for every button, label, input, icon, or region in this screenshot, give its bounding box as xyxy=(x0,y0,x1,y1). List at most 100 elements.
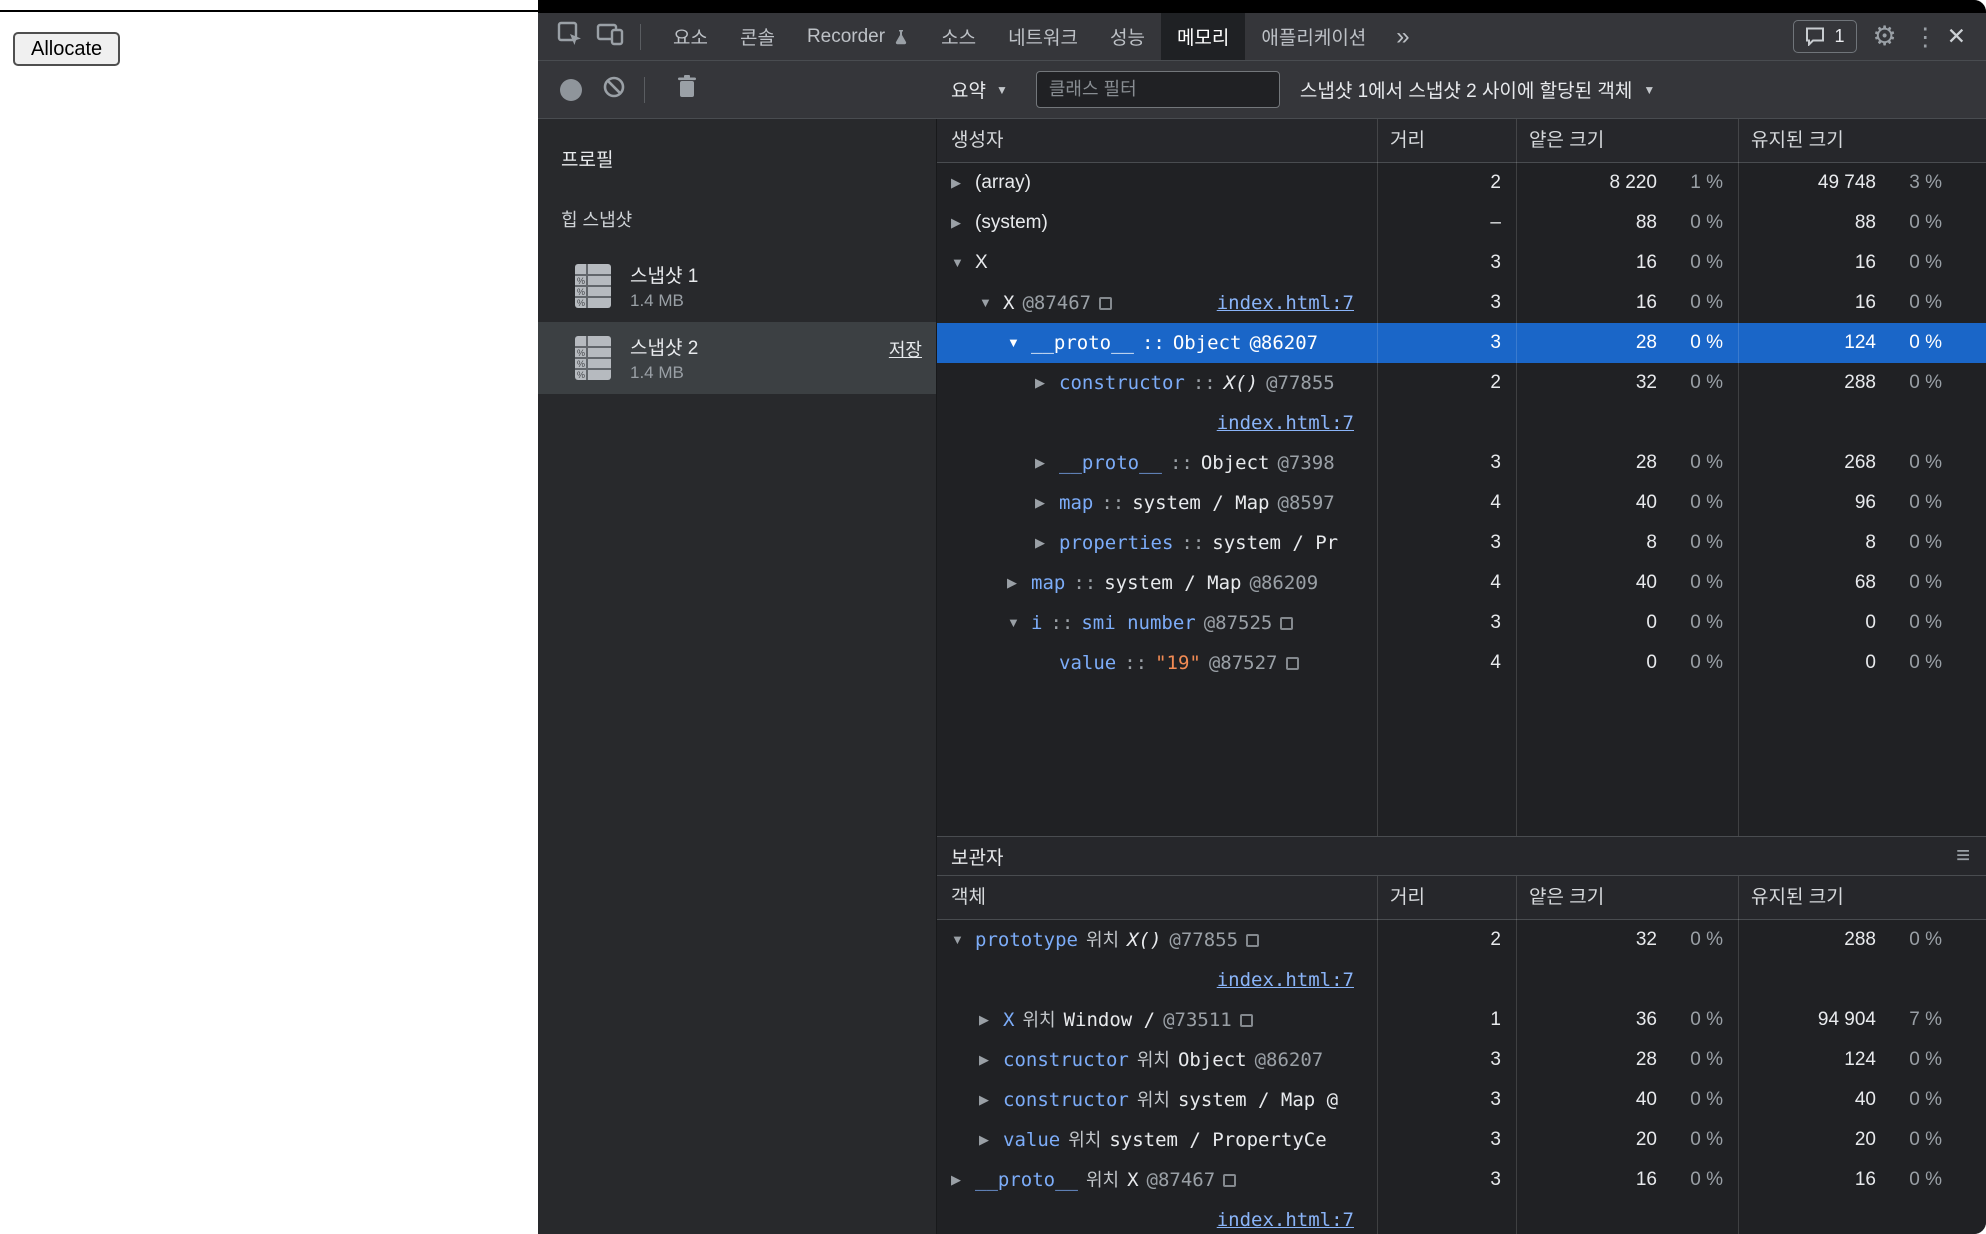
source-link[interactable]: index.html:7 xyxy=(1217,403,1354,443)
devtools-panel: 요소 콘솔 Recorder 소스 네트워크 성능 메모리 애플리케이션 » 1 ⚙ ⋮ ✕ … xyxy=(538,0,1986,1234)
expander-collapsed-icon[interactable]: ▶ xyxy=(1035,483,1059,523)
snapshot-item[interactable]: %%% 스냅샷 2 1.4 MB 저장 xyxy=(538,322,936,394)
issues-counter[interactable]: 1 xyxy=(1793,20,1857,53)
constructor-row[interactable]: ▼ i:: smi number @87525 3 0 0 % 0 0 % xyxy=(937,603,1986,643)
shallow-size-percent: 0 % xyxy=(1690,1049,1723,1070)
constructor-row[interactable]: ▼ X @87467 index.html:7 3 16 0 % 16 0 % xyxy=(937,283,1986,323)
expander-collapsed-icon[interactable]: ▶ xyxy=(1007,563,1031,603)
clear-all-profiles-button[interactable] xyxy=(594,70,634,110)
shallow-size-cell: 16 0 % xyxy=(1516,243,1738,283)
retainers-menu-icon[interactable]: ≡ xyxy=(1956,842,1970,870)
shallow-size-percent: 0 % xyxy=(1690,452,1723,473)
tab-콘솔[interactable]: 콘솔 xyxy=(724,13,791,60)
constructor-row[interactable]: ▼ X 3 16 0 % 16 0 % xyxy=(937,243,1986,283)
expander-open-icon[interactable]: ▼ xyxy=(1007,603,1031,643)
shallow-size-percent: 0 % xyxy=(1690,212,1723,233)
expander-collapsed-icon[interactable]: ▶ xyxy=(951,1160,975,1200)
column-header-shallow-size[interactable]: 얕은 크기 xyxy=(1516,119,1738,162)
shallow-size-percent: 0 % xyxy=(1690,532,1723,553)
retained-size-cell: 268 0 % xyxy=(1738,443,1986,483)
retained-size-percent: 7 % xyxy=(1909,1009,1942,1030)
allocate-button[interactable]: Allocate xyxy=(13,32,121,66)
constructor-row[interactable]: value:: "19" @87527 4 0 0 % 0 0 % xyxy=(937,643,1986,683)
expander-open-icon[interactable]: ▼ xyxy=(951,243,975,283)
expander-collapsed-icon[interactable]: ▶ xyxy=(1035,443,1059,483)
retained-size-cell: 288 0 % xyxy=(1738,363,1986,403)
retainer-row[interactable]: ▶ X 위치 Window / @73511 1 36 0 % 94 904 7 % xyxy=(937,1000,1986,1040)
tab-메모리[interactable]: 메모리 xyxy=(1160,13,1246,60)
save-snapshot-link[interactable]: 저장 xyxy=(889,336,922,362)
tab-Recorder[interactable]: Recorder xyxy=(791,13,925,60)
reveal-object-icon[interactable] xyxy=(1239,1013,1253,1027)
distance-value: 3 xyxy=(1490,1169,1501,1190)
inspect-element-button[interactable] xyxy=(550,17,590,57)
reveal-object-icon[interactable] xyxy=(1280,616,1294,630)
retained-size-value: 20 xyxy=(1854,1129,1876,1150)
tab-성능[interactable]: 성능 xyxy=(1094,13,1161,60)
constructor-row[interactable]: ▶ constructor:: X() @77855 index.html:7 2 32 0 … xyxy=(937,363,1986,443)
constructor-row[interactable]: ▼ __proto__:: Object @86207 3 28 0 % 124 0 % xyxy=(937,323,1986,363)
column-header-retained-size[interactable]: 유지된 크기 xyxy=(1738,119,1986,162)
constructor-row[interactable]: ▶ properties:: system / Pr 3 8 0 % 8 0 % xyxy=(937,523,1986,563)
column-header-constructor[interactable]: 생성자 xyxy=(937,119,1377,162)
retainer-row[interactable]: ▶ constructor 위치 system / Map @ 3 40 0 % 40 0 % xyxy=(937,1080,1986,1120)
constructor-row[interactable]: ▶ map:: system / Map @8597 4 40 0 % 96 0 % xyxy=(937,483,1986,523)
constructors-header: 생성자 거리 얕은 크기 유지된 크기 xyxy=(937,119,1986,163)
expander-collapsed-icon[interactable]: ▶ xyxy=(979,1040,1003,1080)
distance-cell: 3 xyxy=(1377,443,1516,483)
record-button[interactable] xyxy=(560,78,582,101)
snapshot-item[interactable]: %%% 스냅샷 1 1.4 MB xyxy=(538,250,936,322)
column-header-retained-size[interactable]: 유지된 크기 xyxy=(1738,876,1986,919)
retainer-row[interactable]: ▼ prototype 위치 X() @77855 index.html:7 2 32 0 % 2… xyxy=(937,920,1986,1000)
snapshot-scope-select[interactable]: 스냅샷 1에서 스냅샷 2 사이에 할당된 객체 ▼ xyxy=(1300,76,1655,103)
tab-네트워크[interactable]: 네트워크 xyxy=(992,13,1094,60)
object-name-part: @86209 xyxy=(1249,572,1319,594)
reveal-object-icon[interactable] xyxy=(1223,1173,1237,1187)
more-options-icon[interactable]: ⋮ xyxy=(1913,22,1938,52)
expander-open-icon[interactable]: ▼ xyxy=(951,920,975,960)
delete-snapshot-button[interactable] xyxy=(667,70,707,110)
object-name-cell: ▶ __proto__:: Object @7398 xyxy=(937,443,1377,483)
tab-요소[interactable]: 요소 xyxy=(657,13,724,60)
retained-size-percent: 0 % xyxy=(1909,212,1942,233)
constructor-row[interactable]: ▶ map:: system / Map @86209 4 40 0 % 68 0 % xyxy=(937,563,1986,603)
constructor-row[interactable]: ▶ (array) 2 8 220 1 % 49 748 3 % xyxy=(937,163,1986,203)
column-header-distance[interactable]: 거리 xyxy=(1377,876,1516,919)
source-link[interactable]: index.html:7 xyxy=(1217,1200,1354,1234)
perspective-select[interactable]: 요약 ▼ xyxy=(951,76,1008,103)
expander-collapsed-icon[interactable]: ▶ xyxy=(1035,363,1059,403)
object-name-cell: ▼ X @87467 index.html:7 xyxy=(937,283,1377,323)
reveal-object-icon[interactable] xyxy=(1099,296,1113,310)
object-name-cell: ▶ value 위치 system / PropertyCe xyxy=(937,1120,1377,1160)
reveal-object-icon[interactable] xyxy=(1285,656,1299,670)
constructor-row[interactable]: ▶ __proto__:: Object @7398 3 28 0 % 268 0 % xyxy=(937,443,1986,483)
expander-open-icon[interactable]: ▼ xyxy=(979,283,1003,323)
source-link[interactable]: index.html:7 xyxy=(1217,960,1354,1000)
close-devtools-button[interactable]: ✕ xyxy=(1947,23,1966,50)
retainer-row[interactable]: ▶ __proto__ 위치 X @87467 index.html:7 3 16 0 % 16 0… xyxy=(937,1160,1986,1234)
expander-collapsed-icon[interactable]: ▶ xyxy=(979,1080,1003,1120)
column-header-distance[interactable]: 거리 xyxy=(1377,119,1516,162)
tab-애플리케이션[interactable]: 애플리케이션 xyxy=(1245,13,1382,60)
retainer-row[interactable]: ▶ constructor 위치 Object @86207 3 28 0 % 124 0 % xyxy=(937,1040,1986,1080)
expander-collapsed-icon[interactable]: ▶ xyxy=(979,1120,1003,1160)
class-filter-input[interactable] xyxy=(1035,71,1280,108)
more-tabs-button[interactable]: » xyxy=(1382,23,1423,51)
expander-collapsed-icon[interactable]: ▶ xyxy=(951,203,975,243)
heap-snapshot-icon: %%% xyxy=(574,335,612,381)
tab-소스[interactable]: 소스 xyxy=(925,13,992,60)
retainer-row[interactable]: ▶ value 위치 system / PropertyCe 3 20 0 % 20 0 % xyxy=(937,1120,1986,1160)
source-link[interactable]: index.html:7 xyxy=(1217,283,1354,323)
reveal-object-icon[interactable] xyxy=(1246,933,1260,947)
settings-gear-icon[interactable]: ⚙ xyxy=(1873,21,1897,52)
expander-open-icon[interactable]: ▼ xyxy=(1007,323,1031,363)
expander-collapsed-icon[interactable]: ▶ xyxy=(979,1000,1003,1040)
device-toolbar-button[interactable] xyxy=(590,17,630,57)
column-header-object[interactable]: 객체 xyxy=(937,876,1377,919)
expander-collapsed-icon[interactable]: ▶ xyxy=(951,163,975,203)
column-header-shallow-size[interactable]: 얕은 크기 xyxy=(1516,876,1738,919)
object-name-cell: ▶ (system) xyxy=(937,203,1377,243)
constructor-row[interactable]: ▶ (system) – 88 0 % 88 0 % xyxy=(937,203,1986,243)
expander-collapsed-icon[interactable]: ▶ xyxy=(1035,523,1059,563)
retained-size-cell: 16 0 % xyxy=(1738,243,1986,283)
